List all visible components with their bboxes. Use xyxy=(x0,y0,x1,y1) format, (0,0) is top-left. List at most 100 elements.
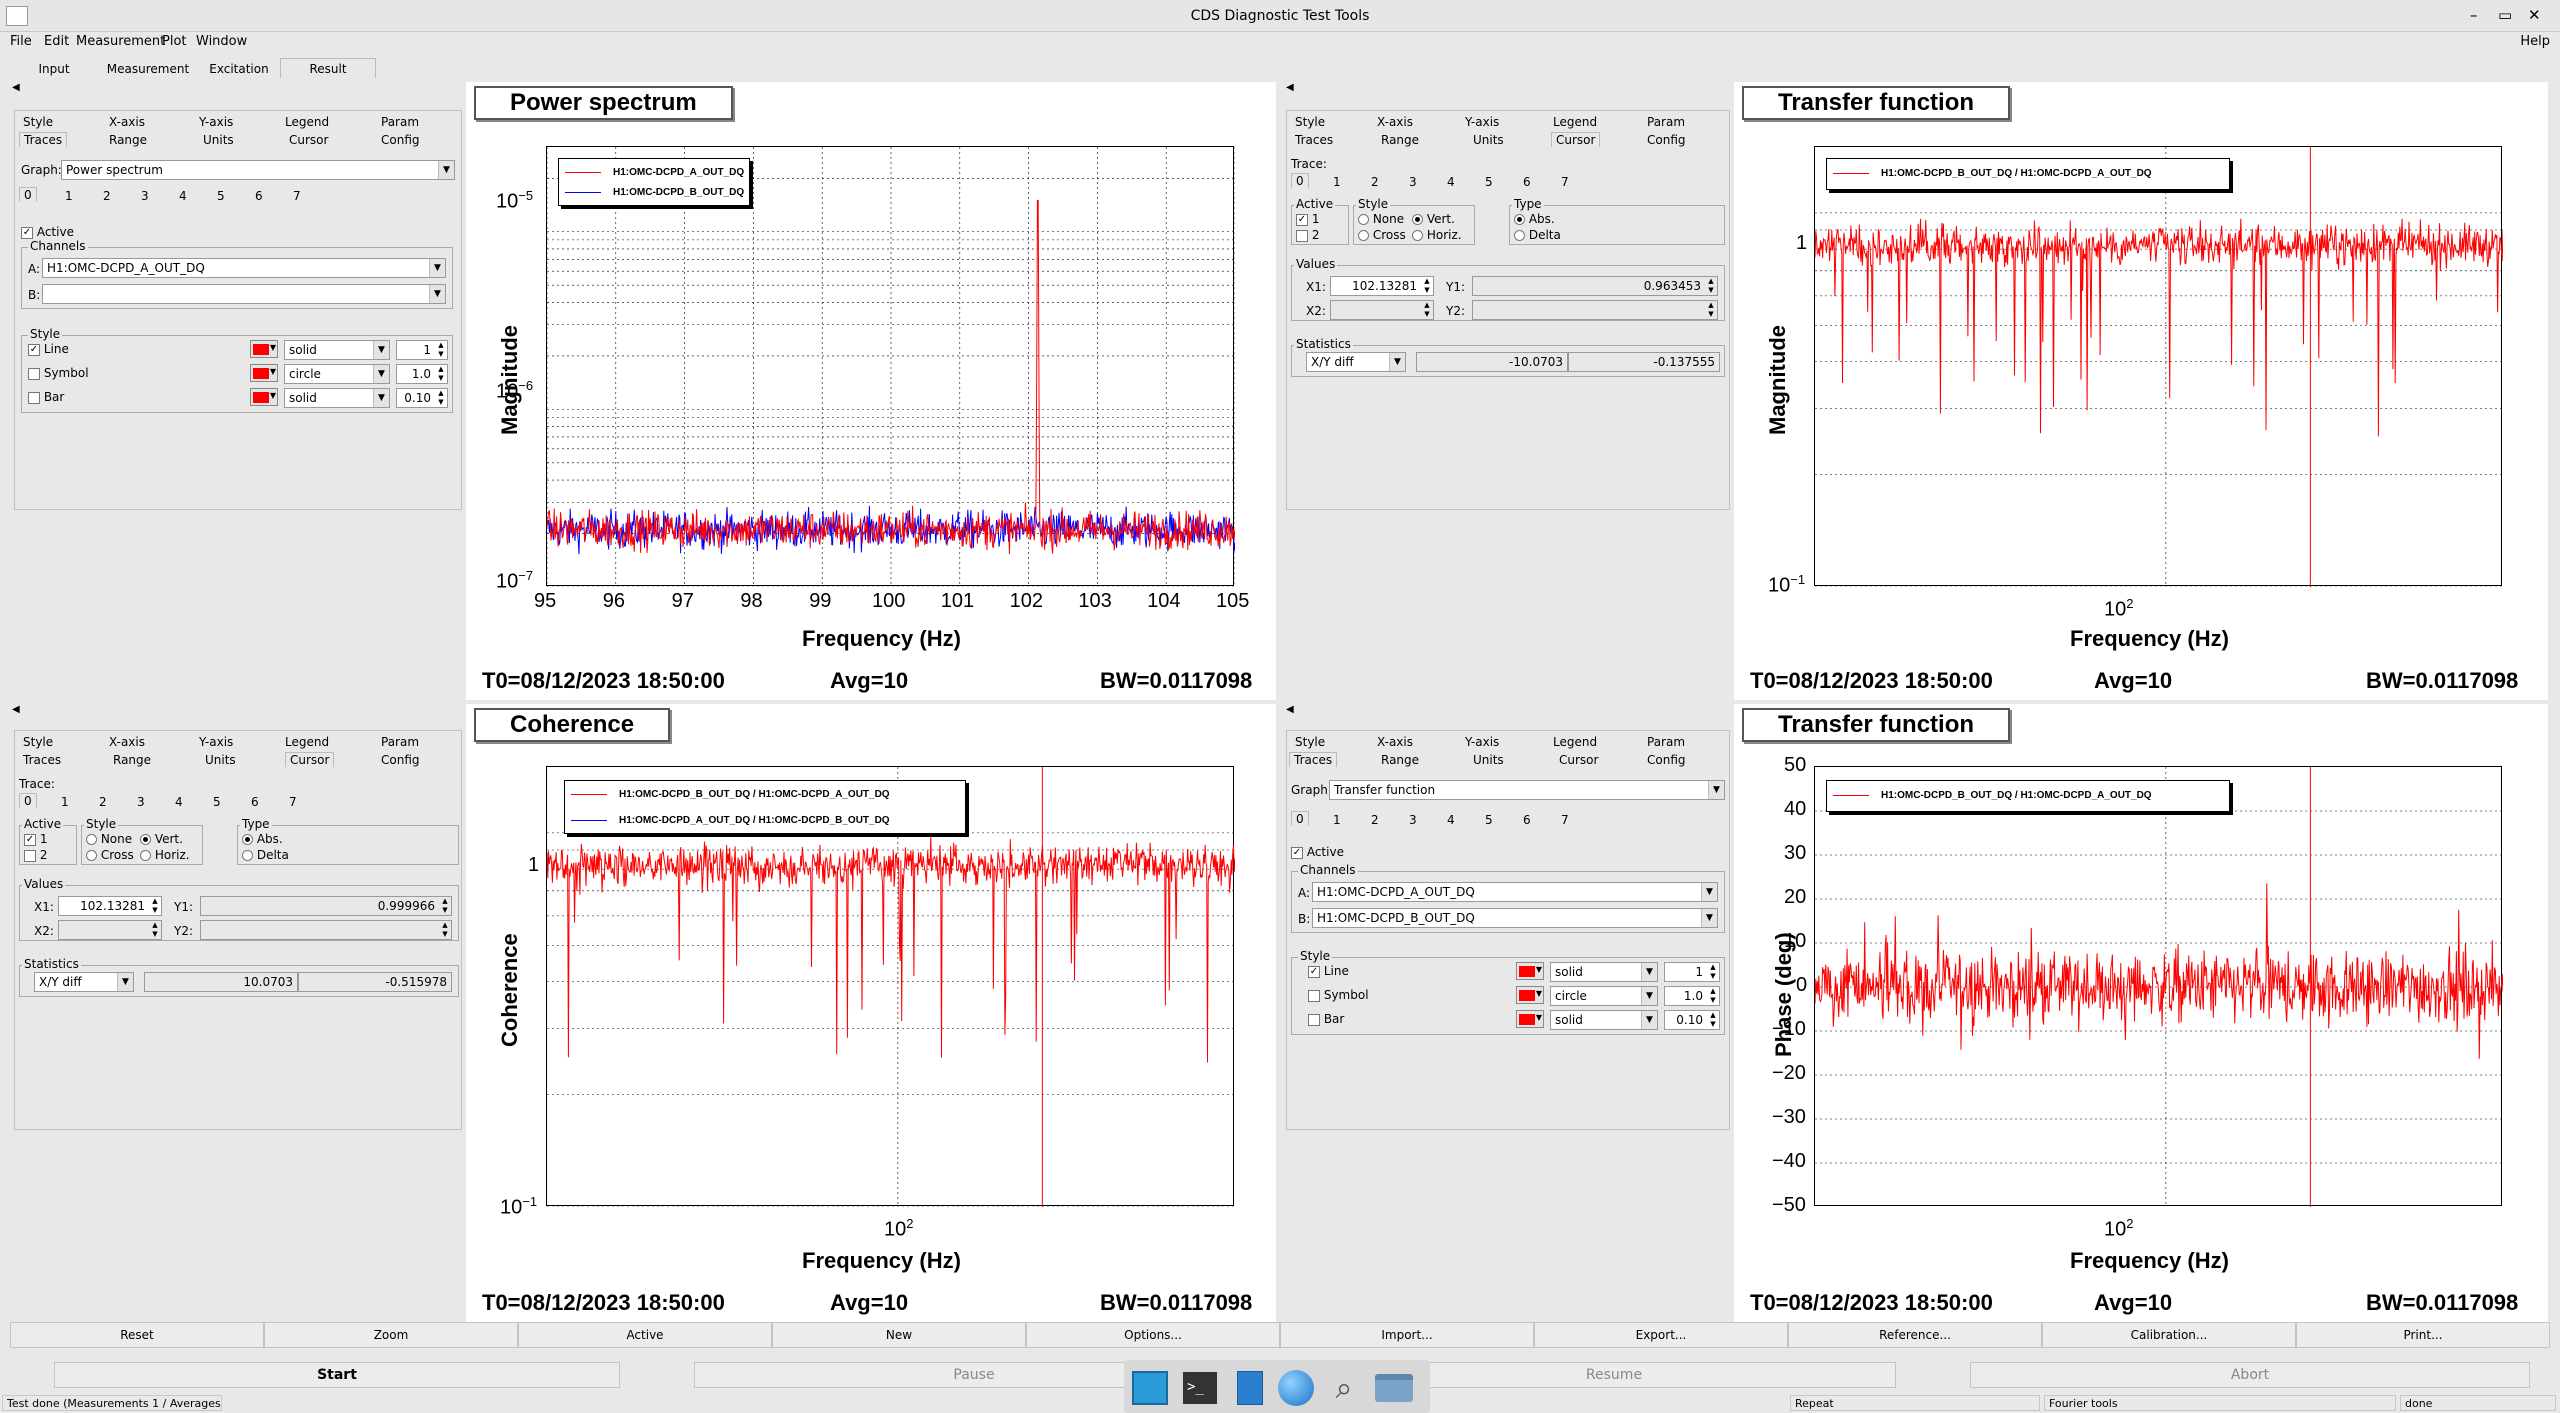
opt-tab-xaxis[interactable]: X-axis xyxy=(1377,115,1413,129)
channel-a-select[interactable]: H1:OMC-DCPD_A_OUT_DQ ▼ xyxy=(42,258,446,278)
type-delta-radio[interactable]: Delta xyxy=(1514,228,1561,242)
symbol-style-select[interactable]: circle ▼ xyxy=(1550,986,1658,1006)
plot-area[interactable] xyxy=(546,146,1236,588)
tab-excitation[interactable]: Excitation xyxy=(198,58,280,78)
calibration-button[interactable]: Calibration... xyxy=(2042,1322,2296,1348)
trace-tab-4[interactable]: 4 xyxy=(1447,175,1455,189)
symbol-style-select[interactable]: circle ▼ xyxy=(284,364,390,384)
desktop-icon[interactable] xyxy=(1130,1368,1170,1408)
folder-icon[interactable] xyxy=(1374,1368,1414,1408)
style-cross-radio[interactable]: Cross xyxy=(86,848,134,862)
close-icon[interactable]: ✕ xyxy=(2528,6,2541,24)
trace-tab-6[interactable]: 6 xyxy=(255,189,263,203)
abort-button[interactable]: Abort xyxy=(1970,1362,2530,1388)
line-checkbox[interactable]: ✓ Line xyxy=(1308,964,1349,978)
minimize-icon[interactable]: – xyxy=(2470,6,2478,24)
opt-tab-config[interactable]: Config xyxy=(1647,753,1686,767)
x2-spinner[interactable]: ▲ ▼ xyxy=(58,920,162,940)
options-button[interactable]: Options... xyxy=(1026,1322,1280,1348)
opt-tab-legend[interactable]: Legend xyxy=(1553,735,1597,749)
style-none-radio[interactable]: None xyxy=(86,832,132,846)
opt-tab-cursor[interactable]: Cursor xyxy=(289,133,328,147)
active-button[interactable]: Active xyxy=(518,1322,772,1348)
trace-tab-1[interactable]: 1 xyxy=(65,189,73,203)
opt-tab-traces[interactable]: Traces xyxy=(1295,133,1333,147)
browser-icon[interactable] xyxy=(1276,1368,1316,1408)
channel-a-select[interactable]: H1:OMC-DCPD_A_OUT_DQ ▼ xyxy=(1312,882,1718,902)
opt-tab-units[interactable]: Units xyxy=(1473,133,1504,147)
trace-tab-2[interactable]: 2 xyxy=(1371,175,1379,189)
opt-tab-style[interactable]: Style xyxy=(23,735,53,749)
bar-checkbox[interactable]: Bar xyxy=(28,390,64,404)
y2-spinner[interactable]: ▲ ▼ xyxy=(200,920,452,940)
opt-tab-param[interactable]: Param xyxy=(1647,115,1685,129)
cursor-2-checkbox[interactable]: 2 xyxy=(24,848,47,862)
type-abs-radio[interactable]: Abs. xyxy=(1514,212,1555,226)
cursor-1-checkbox[interactable]: ✓ 1 xyxy=(24,832,47,846)
cursor-2-checkbox[interactable]: 2 xyxy=(1296,228,1319,242)
trace-tab-2[interactable]: 2 xyxy=(1371,813,1379,827)
symbol-color-button[interactable]: ▼ xyxy=(1516,986,1544,1004)
line-style-select[interactable]: solid ▼ xyxy=(284,340,390,360)
plot-area[interactable] xyxy=(1814,766,2504,1207)
zoom-button[interactable]: Zoom xyxy=(264,1322,518,1348)
active-checkbox[interactable]: ✓ Active xyxy=(21,225,74,239)
bar-width-spinner[interactable]: 0.10 ▲ ▼ xyxy=(396,388,448,408)
reset-button[interactable]: Reset xyxy=(10,1322,264,1348)
opt-tab-units[interactable]: Units xyxy=(1473,753,1504,767)
symbol-checkbox[interactable]: Symbol xyxy=(1308,988,1369,1002)
import-button[interactable]: Import... xyxy=(1280,1322,1534,1348)
trace-tab-0[interactable]: 0 xyxy=(19,793,37,808)
opt-tab-style[interactable]: Style xyxy=(1295,735,1325,749)
trace-tab-7[interactable]: 7 xyxy=(293,189,301,203)
menu-window[interactable]: Window xyxy=(196,34,247,49)
x1-spinner[interactable]: 102.13281 ▲ ▼ xyxy=(58,896,162,916)
line-color-button[interactable]: ▼ xyxy=(250,340,278,358)
style-horiz-radio[interactable]: Horiz. xyxy=(1412,228,1462,242)
opt-tab-traces[interactable]: Traces xyxy=(19,132,68,147)
maximize-icon[interactable]: ▭ xyxy=(2498,6,2512,24)
symbol-color-button[interactable]: ▼ xyxy=(250,364,278,382)
style-vert-radio[interactable]: Vert. xyxy=(140,832,183,846)
plot-area[interactable] xyxy=(1814,146,2504,588)
trace-tab-2[interactable]: 2 xyxy=(103,189,111,203)
opt-tab-legend[interactable]: Legend xyxy=(285,735,329,749)
opt-tab-traces[interactable]: Traces xyxy=(23,753,61,767)
bar-color-button[interactable]: ▼ xyxy=(1516,1010,1544,1028)
plot-transfer-magnitude[interactable]: Transfer function H1:OMC-DCPD_B_OUT_DQ /… xyxy=(1734,82,2548,700)
trace-tab-0[interactable]: 0 xyxy=(1291,173,1309,188)
opt-tab-range[interactable]: Range xyxy=(113,753,151,767)
plot-coherence[interactable]: Coherence H1:OMC-DCPD_B_OUT_DQ / H1:OMC-… xyxy=(466,704,1276,1322)
opt-tab-units[interactable]: Units xyxy=(205,753,236,767)
menu-plot[interactable]: Plot xyxy=(162,34,187,49)
menu-edit[interactable]: Edit xyxy=(44,34,69,49)
opt-tab-config[interactable]: Config xyxy=(1647,133,1686,147)
opt-tab-xaxis[interactable]: X-axis xyxy=(1377,735,1413,749)
y1-spinner[interactable]: 0.963453 ▲ ▼ xyxy=(1472,276,1718,296)
symbol-size-spinner[interactable]: 1.0 ▲ ▼ xyxy=(396,364,448,384)
trace-tab-5[interactable]: 5 xyxy=(217,189,225,203)
menu-file[interactable]: File xyxy=(10,34,32,49)
trace-tab-7[interactable]: 7 xyxy=(1561,813,1569,827)
y1-spinner[interactable]: 0.999966 ▲ ▼ xyxy=(200,896,452,916)
opt-tab-cursor[interactable]: Cursor xyxy=(1551,132,1601,147)
line-width-spinner[interactable]: 1 ▲ ▼ xyxy=(1664,962,1720,982)
opt-tab-traces[interactable]: Traces xyxy=(1289,752,1338,767)
trace-tab-1[interactable]: 1 xyxy=(61,795,69,809)
style-horiz-radio[interactable]: Horiz. xyxy=(140,848,190,862)
trace-tab-4[interactable]: 4 xyxy=(179,189,187,203)
trace-tab-3[interactable]: 3 xyxy=(137,795,145,809)
bar-style-select[interactable]: solid ▼ xyxy=(1550,1010,1658,1030)
bar-width-spinner[interactable]: 0.10 ▲ ▼ xyxy=(1664,1010,1720,1030)
terminal-icon[interactable]: >_ xyxy=(1180,1368,1220,1408)
opt-tab-style[interactable]: Style xyxy=(1295,115,1325,129)
stats-mode-select[interactable]: X/Y diff ▼ xyxy=(34,972,134,992)
opt-tab-legend[interactable]: Legend xyxy=(1553,115,1597,129)
line-width-spinner[interactable]: 1 ▲ ▼ xyxy=(396,340,448,360)
channel-b-select[interactable]: ▼ xyxy=(42,284,446,304)
start-button[interactable]: Start xyxy=(54,1362,620,1388)
opt-tab-yaxis[interactable]: Y-axis xyxy=(1465,735,1499,749)
opt-tab-yaxis[interactable]: Y-axis xyxy=(199,115,233,129)
export-button[interactable]: Export... xyxy=(1534,1322,1788,1348)
tab-measurement[interactable]: Measurement xyxy=(98,58,198,78)
